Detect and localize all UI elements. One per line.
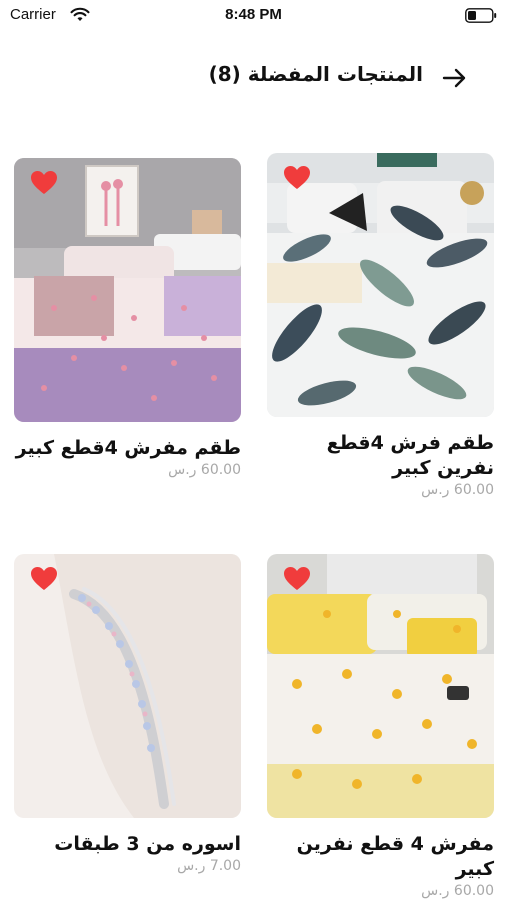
heart-icon[interactable]: [283, 165, 311, 191]
product-card[interactable]: مفرش 4 قطع نفرين كبير 60.00 ر.س: [267, 554, 494, 899]
product-image[interactable]: [267, 554, 494, 818]
product-price: 60.00 ر.س: [421, 482, 494, 499]
product-card[interactable]: طقم فرش 4قطع نفرين كبير 60.00 ر.س: [267, 153, 494, 498]
product-price: 60.00 ر.س: [168, 462, 241, 479]
status-bar: Carrier 8:48 PM: [0, 0, 507, 30]
product-image[interactable]: [14, 158, 241, 422]
product-price: 7.00 ر.س: [177, 858, 241, 875]
status-time: 8:48 PM: [225, 6, 282, 23]
heart-icon[interactable]: [30, 170, 58, 196]
product-photo-bracelet: [14, 554, 241, 818]
heart-icon[interactable]: [283, 566, 311, 592]
arrow-right-icon[interactable]: [441, 66, 469, 90]
product-photo-floral-bedding: [267, 554, 494, 818]
header: المنتجات المفضلة (8): [0, 58, 507, 98]
product-name: طقم فرش 4قطع نفرين كبير: [326, 432, 494, 480]
product-card[interactable]: اسوره من 3 طبقات 7.00 ر.س: [14, 554, 241, 874]
page-title: المنتجات المفضلة (8): [208, 62, 423, 86]
product-name: مفرش 4 قطع نفرين كبير: [296, 833, 494, 881]
product-image[interactable]: [267, 153, 494, 417]
product-name: طقم مفرش 4قطع كبير: [15, 437, 241, 459]
battery-icon: [465, 8, 497, 23]
product-photo-flamingo-bedding: [14, 158, 241, 422]
product-photo-leaf-bedding: [267, 153, 494, 417]
product-image[interactable]: [14, 554, 241, 818]
product-name: اسوره من 3 طبقات: [54, 833, 241, 855]
heart-icon[interactable]: [30, 566, 58, 592]
product-price: 60.00 ر.س: [421, 883, 494, 900]
product-card[interactable]: طقم مفرش 4قطع كبير 60.00 ر.س: [14, 158, 241, 478]
